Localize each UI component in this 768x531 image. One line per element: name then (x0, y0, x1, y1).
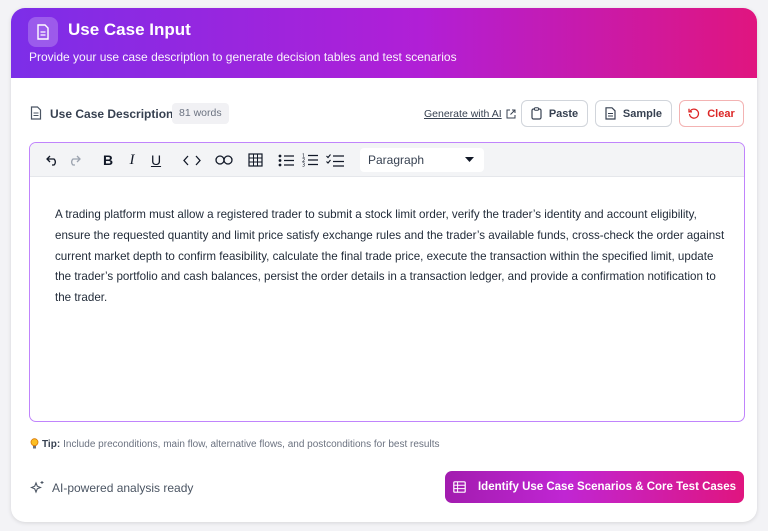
code-icon[interactable] (182, 152, 202, 168)
italic-icon[interactable]: I (125, 152, 139, 168)
redo-icon[interactable] (66, 152, 82, 168)
description-label: Use Case Description (50, 107, 174, 121)
tip-body: Include preconditions, main flow, altern… (63, 438, 440, 450)
sample-label: Sample (622, 107, 663, 120)
svg-text:3: 3 (302, 163, 305, 168)
paragraph-style-select[interactable]: Paragraph (360, 148, 484, 172)
clear-label: Clear (707, 107, 735, 120)
numbered-list-icon[interactable]: 123 (301, 152, 319, 168)
use-case-input-card: Use Case Input Provide your use case des… (11, 8, 757, 522)
ai-status: AI-powered analysis ready (30, 480, 193, 495)
paste-button[interactable]: Paste (521, 100, 588, 127)
identify-scenarios-label: Identify Use Case Scenarios & Core Test … (477, 481, 736, 493)
identify-scenarios-button[interactable]: Identify Use Case Scenarios & Core Test … (445, 471, 744, 503)
page-subtitle: Provide your use case description to gen… (29, 50, 457, 64)
editor-content[interactable]: A trading platform must allow a register… (55, 205, 725, 309)
description-toolbar-row: Use Case Description 81 words Generate w… (11, 100, 757, 128)
editor-toolbar: B I U 123 Paragraph (30, 143, 744, 177)
sample-button[interactable]: Sample (595, 100, 672, 127)
bullet-list-icon[interactable] (277, 152, 295, 168)
file-text-icon (30, 106, 42, 125)
link-icon[interactable] (214, 152, 234, 168)
paste-label: Paste (548, 107, 579, 120)
underline-icon[interactable]: U (149, 152, 163, 168)
tip-text: Tip: Include preconditions, main flow, a… (30, 438, 439, 450)
page-title: Use Case Input (68, 20, 191, 39)
rich-text-editor[interactable]: B I U 123 Paragraph A trading platform m… (29, 142, 745, 422)
ai-status-label: AI-powered analysis ready (52, 480, 194, 495)
generate-with-ai-label: Generate with AI (424, 108, 502, 120)
bold-icon[interactable]: B (101, 152, 115, 168)
clear-button[interactable]: Clear (679, 100, 744, 127)
document-icon (605, 107, 616, 120)
tip-label: Tip: (42, 438, 61, 450)
table-icon (453, 481, 466, 493)
paragraph-style-value: Paragraph (368, 153, 425, 167)
chevron-down-icon (465, 157, 474, 162)
sparkles-icon (30, 481, 44, 494)
word-count-badge: 81 words (172, 103, 229, 124)
external-link-icon (506, 109, 516, 119)
document-icon (28, 17, 58, 47)
clipboard-icon (531, 107, 542, 120)
undo-icon[interactable] (44, 152, 60, 168)
generate-with-ai-link[interactable]: Generate with AI (424, 108, 516, 120)
checklist-icon[interactable] (325, 152, 345, 168)
card-header: Use Case Input Provide your use case des… (11, 8, 757, 78)
reset-icon (688, 108, 700, 119)
lightbulb-icon (30, 438, 39, 449)
table-icon[interactable] (246, 152, 264, 168)
